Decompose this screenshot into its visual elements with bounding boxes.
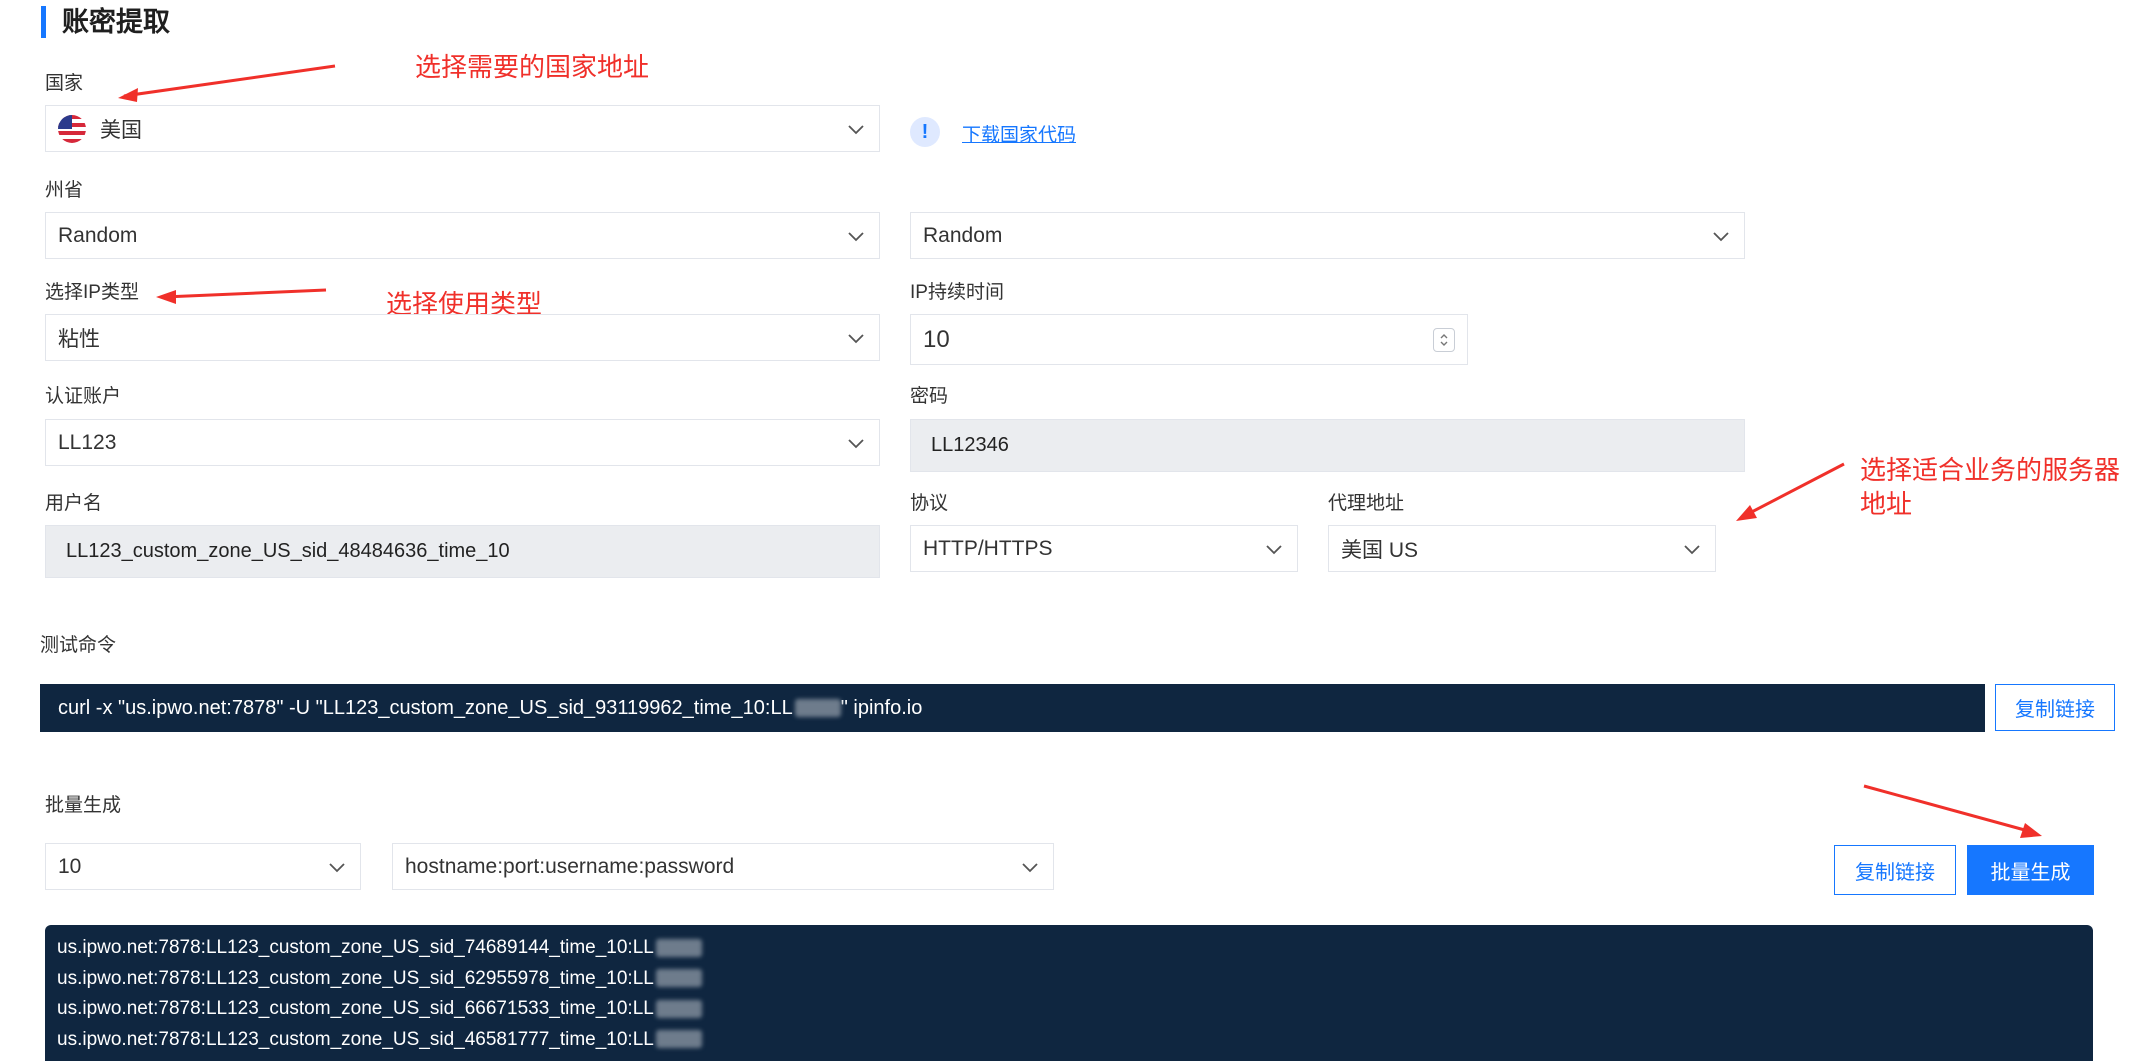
chevron-down-icon bbox=[848, 231, 864, 241]
country-label: 国家 bbox=[45, 73, 84, 94]
batch-count-select[interactable]: 10 bbox=[45, 843, 361, 890]
batch-output: us.ipwo.net:7878:LL123_custom_zone_US_si… bbox=[45, 925, 2093, 1061]
city-value: Random bbox=[923, 223, 1003, 247]
password-field[interactable]: LL12346 bbox=[910, 419, 1745, 472]
arrow-annotation-ip-type bbox=[156, 288, 327, 304]
state-select[interactable]: Random bbox=[45, 212, 880, 259]
redacted-password bbox=[655, 938, 702, 957]
duration-label: IP持续时间 bbox=[910, 282, 1004, 303]
chevron-down-icon bbox=[1713, 231, 1729, 241]
us-flag-icon bbox=[58, 114, 86, 143]
chevron-down-icon bbox=[329, 862, 345, 872]
protocol-label: 协议 bbox=[910, 493, 949, 514]
country-select[interactable]: 美国 bbox=[45, 105, 880, 152]
password-label: 密码 bbox=[910, 386, 949, 407]
batch-format-value: hostname:port:username:password bbox=[405, 854, 735, 878]
redacted-password bbox=[655, 999, 702, 1018]
arrow-annotation-server bbox=[1736, 462, 1845, 521]
state-value: Random bbox=[58, 223, 138, 247]
list-item: us.ipwo.net:7878:LL123_custom_zone_US_si… bbox=[57, 1025, 2081, 1056]
country-value: 美国 bbox=[100, 118, 142, 142]
proxy-value: 美国 US bbox=[1341, 538, 1419, 562]
test-command-prefix: curl -x "us.ipwo.net:7878" -U "LL123_cus… bbox=[58, 696, 793, 719]
proxy-address-select[interactable]: 美国 US bbox=[1328, 525, 1716, 572]
copy-test-command-button[interactable]: 复制链接 bbox=[1995, 684, 2115, 731]
password-value: LL12346 bbox=[931, 434, 1009, 456]
test-command-label: 测试命令 bbox=[40, 635, 117, 656]
ip-type-select[interactable]: 粘性 bbox=[45, 314, 880, 361]
number-stepper-icon[interactable] bbox=[1433, 327, 1455, 352]
auth-account-select[interactable]: LL123 bbox=[45, 419, 880, 466]
auth-account-label: 认证账户 bbox=[45, 386, 122, 407]
proxy-label: 代理地址 bbox=[1328, 493, 1405, 514]
username-label: 用户名 bbox=[45, 493, 103, 514]
auth-account-value: LL123 bbox=[58, 430, 117, 454]
arrow-annotation-generate bbox=[1863, 784, 2042, 838]
section-title: 账密提取 bbox=[62, 7, 170, 37]
list-item: us.ipwo.net:7878:LL123_custom_zone_US_si… bbox=[57, 994, 2081, 1025]
chevron-down-icon bbox=[848, 124, 864, 134]
city-select[interactable]: Random bbox=[910, 212, 1745, 259]
chevron-down-icon bbox=[1022, 862, 1038, 872]
redacted-password bbox=[655, 969, 702, 988]
download-country-code-link[interactable]: 下载国家代码 bbox=[962, 120, 1076, 147]
chevron-down-icon bbox=[1266, 544, 1282, 554]
ip-type-value: 粘性 bbox=[58, 327, 100, 351]
redacted-password bbox=[794, 699, 841, 717]
protocol-value: HTTP/HTTPS bbox=[923, 536, 1053, 560]
batch-format-select[interactable]: hostname:port:username:password bbox=[392, 843, 1054, 890]
annotation-server-line2: 地址 bbox=[1860, 489, 1913, 519]
arrow-annotation-country bbox=[118, 64, 336, 102]
redacted-password bbox=[655, 1030, 702, 1049]
annotation-server-line1: 选择适合业务的服务器 bbox=[1860, 455, 2121, 485]
username-value: LL123_custom_zone_US_sid_48484636_time_1… bbox=[66, 540, 510, 562]
batch-label: 批量生成 bbox=[45, 795, 122, 816]
section-accent-bar bbox=[41, 6, 46, 38]
list-item: us.ipwo.net:7878:LL123_custom_zone_US_si… bbox=[57, 933, 2081, 964]
duration-input[interactable]: 10 bbox=[910, 314, 1468, 365]
annotation-country: 选择需要的国家地址 bbox=[415, 52, 650, 82]
state-label: 州省 bbox=[45, 180, 84, 201]
chevron-down-icon bbox=[848, 438, 864, 448]
batch-count-value: 10 bbox=[58, 854, 82, 878]
list-item: us.ipwo.net:7878:LL123_custom_zone_US_si… bbox=[57, 964, 2081, 995]
copy-batch-button[interactable]: 复制链接 bbox=[1834, 845, 1956, 895]
protocol-select[interactable]: HTTP/HTTPS bbox=[910, 525, 1298, 572]
ip-type-label: 选择IP类型 bbox=[45, 282, 139, 303]
username-field[interactable]: LL123_custom_zone_US_sid_48484636_time_1… bbox=[45, 525, 880, 578]
duration-value: 10 bbox=[923, 325, 950, 353]
test-command-suffix: " ipinfo.io bbox=[840, 696, 923, 719]
chevron-down-icon bbox=[848, 333, 864, 343]
batch-generate-button[interactable]: 批量生成 bbox=[1967, 845, 2094, 895]
annotation-server: 选择适合业务的服务器 地址 bbox=[1860, 453, 2120, 521]
chevron-down-icon bbox=[1684, 544, 1700, 554]
test-command-box: curl -x "us.ipwo.net:7878" -U "LL123_cus… bbox=[40, 684, 1985, 732]
info-icon: ! bbox=[910, 117, 940, 147]
